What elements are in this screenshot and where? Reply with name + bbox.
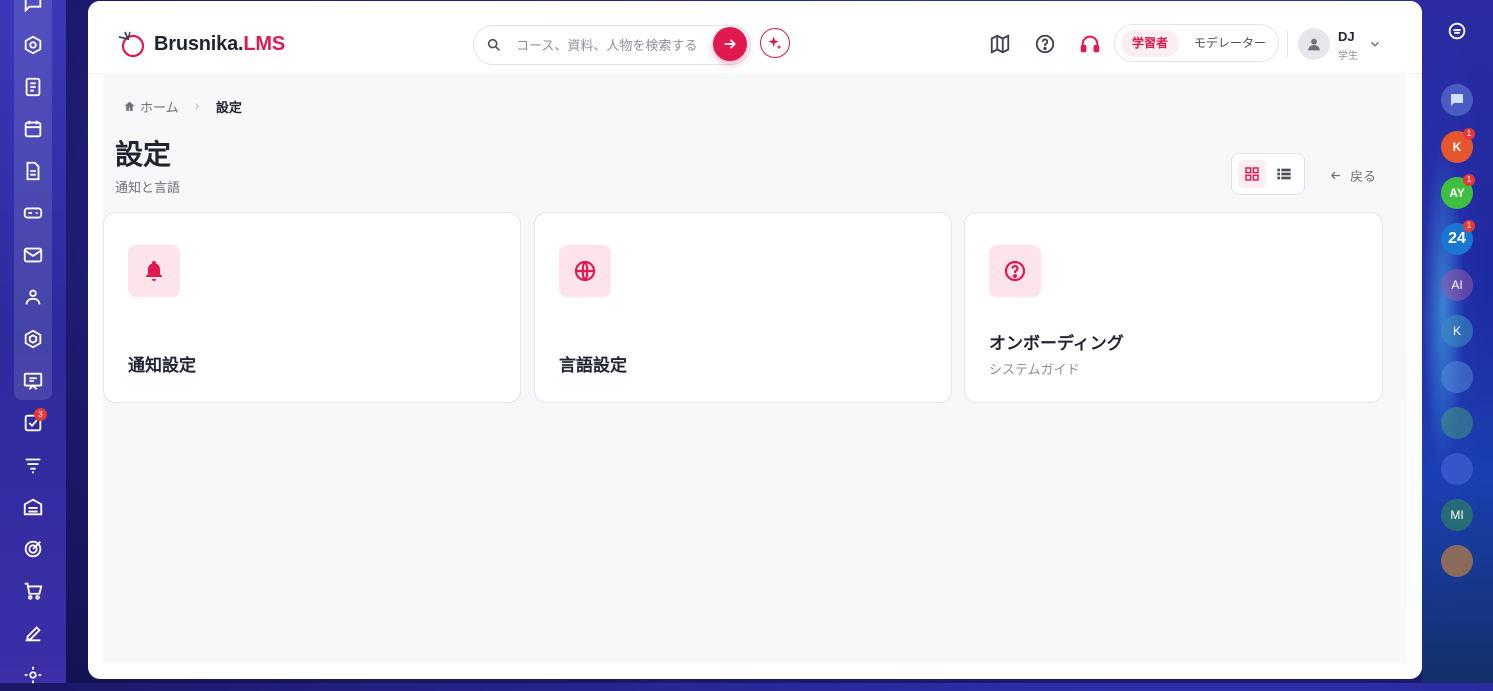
camera-icon[interactable] [1441,361,1473,393]
sparkles-icon [768,36,782,50]
breadcrumb-home[interactable]: ホーム [140,97,179,116]
card-title: 言語設定 [559,356,627,376]
role-switch: 学習者 モデレーター [1114,24,1279,62]
arrow-left-icon [1330,171,1340,180]
chat-bubble-icon[interactable] [1441,84,1473,116]
unread-badge: 1 [1463,220,1475,232]
cart-icon[interactable] [22,580,44,602]
logo[interactable]: Brusnika.LMS [116,29,285,59]
user-role: 学生 [1338,51,1358,62]
grid-icon [1245,167,1259,181]
role-moderator-button[interactable]: モデレーター [1185,30,1275,57]
unread-badge: 1 [1463,128,1475,140]
warehouse-icon[interactable] [22,496,44,518]
chevron-right-icon: › [194,99,200,114]
document-icon[interactable] [22,160,44,182]
header-divider [1287,31,1288,57]
view-toggle [1231,153,1305,195]
notes-icon[interactable] [22,76,44,98]
grid-view-button[interactable] [1238,160,1266,188]
ai-assistant-button[interactable] [760,28,790,58]
breadcrumb: ホーム › 設定 [123,97,242,116]
people-icon[interactable] [22,286,44,308]
list-view-button[interactable] [1270,160,1298,188]
user-initials: DJ [1338,29,1355,44]
list-icon [1277,168,1291,180]
top-header: Brusnika.LMS 学習者 モデレーター DJ 学生 [88,1,1422,74]
role-learner-button[interactable]: 学習者 [1121,30,1179,57]
edit-icon[interactable] [22,622,44,644]
card-subtitle: システムガイド [989,363,1080,378]
main-content: ホーム › 設定 設定 通知と言語 戻る 通知設定 言語設定 オンボーディング … [103,73,1407,663]
brand-logo-icon [118,31,145,58]
contact-avatar[interactable]: AI [1441,269,1473,301]
avatar[interactable] [1298,28,1330,60]
breadcrumb-current: 設定 [215,101,242,116]
bell-icon [128,245,180,297]
contact-avatar[interactable]: K [1441,315,1473,347]
help-icon[interactable] [1034,33,1056,55]
contact-avatar[interactable]: MI [1441,499,1473,531]
course-compass-icon[interactable] [22,34,44,56]
left-sidebar: 3 [0,0,66,684]
map-icon[interactable] [989,33,1011,55]
page-title: 設定 [115,138,172,171]
hexagon-icon[interactable] [22,328,44,350]
card-onboarding[interactable]: オンボーディング システムガイド [964,212,1383,403]
user-photo-avatar[interactable] [1441,545,1473,577]
support-icon[interactable] [1079,33,1101,55]
tasks-badge: 3 [34,408,47,421]
assistant-icon[interactable] [1446,20,1468,42]
page-subtitle: 通知と言語 [115,181,181,196]
card-language-settings[interactable]: 言語設定 [534,212,952,403]
chevron-down-icon[interactable] [1368,37,1382,51]
back-label: 戻る [1350,170,1377,185]
search-box [473,25,751,65]
search-icon [487,38,500,51]
gamepad-icon[interactable] [22,202,44,224]
user-icon [1308,38,1320,51]
search-input[interactable] [514,35,708,57]
card-title: オンボーディング [989,334,1124,354]
globe-icon [559,245,611,297]
mail-icon[interactable] [22,244,44,266]
right-sidebar: K 1 AY 1 24 1 AI K MI [1422,0,1493,683]
unread-badge: 1 [1463,174,1475,186]
home-icon [124,101,135,111]
back-button[interactable]: 戻る [1329,166,1376,185]
grid-icon[interactable] [1441,407,1473,439]
presentation-icon[interactable] [22,370,44,392]
bookmark-icon[interactable] [1441,453,1473,485]
filter-icon[interactable] [22,454,44,476]
question-icon [989,245,1041,297]
card-title: 通知設定 [128,356,196,376]
brand-name: Brusnika.LMS [154,32,285,55]
target-icon[interactable] [22,538,44,560]
calendar-icon[interactable] [22,118,44,140]
chat-icon[interactable] [22,0,44,14]
arrow-right-icon [724,39,736,49]
app-window: Brusnika.LMS 学習者 モデレーター DJ 学生 [88,1,1422,679]
card-notification-settings[interactable]: 通知設定 [103,212,521,403]
search-submit-button[interactable] [713,27,747,61]
